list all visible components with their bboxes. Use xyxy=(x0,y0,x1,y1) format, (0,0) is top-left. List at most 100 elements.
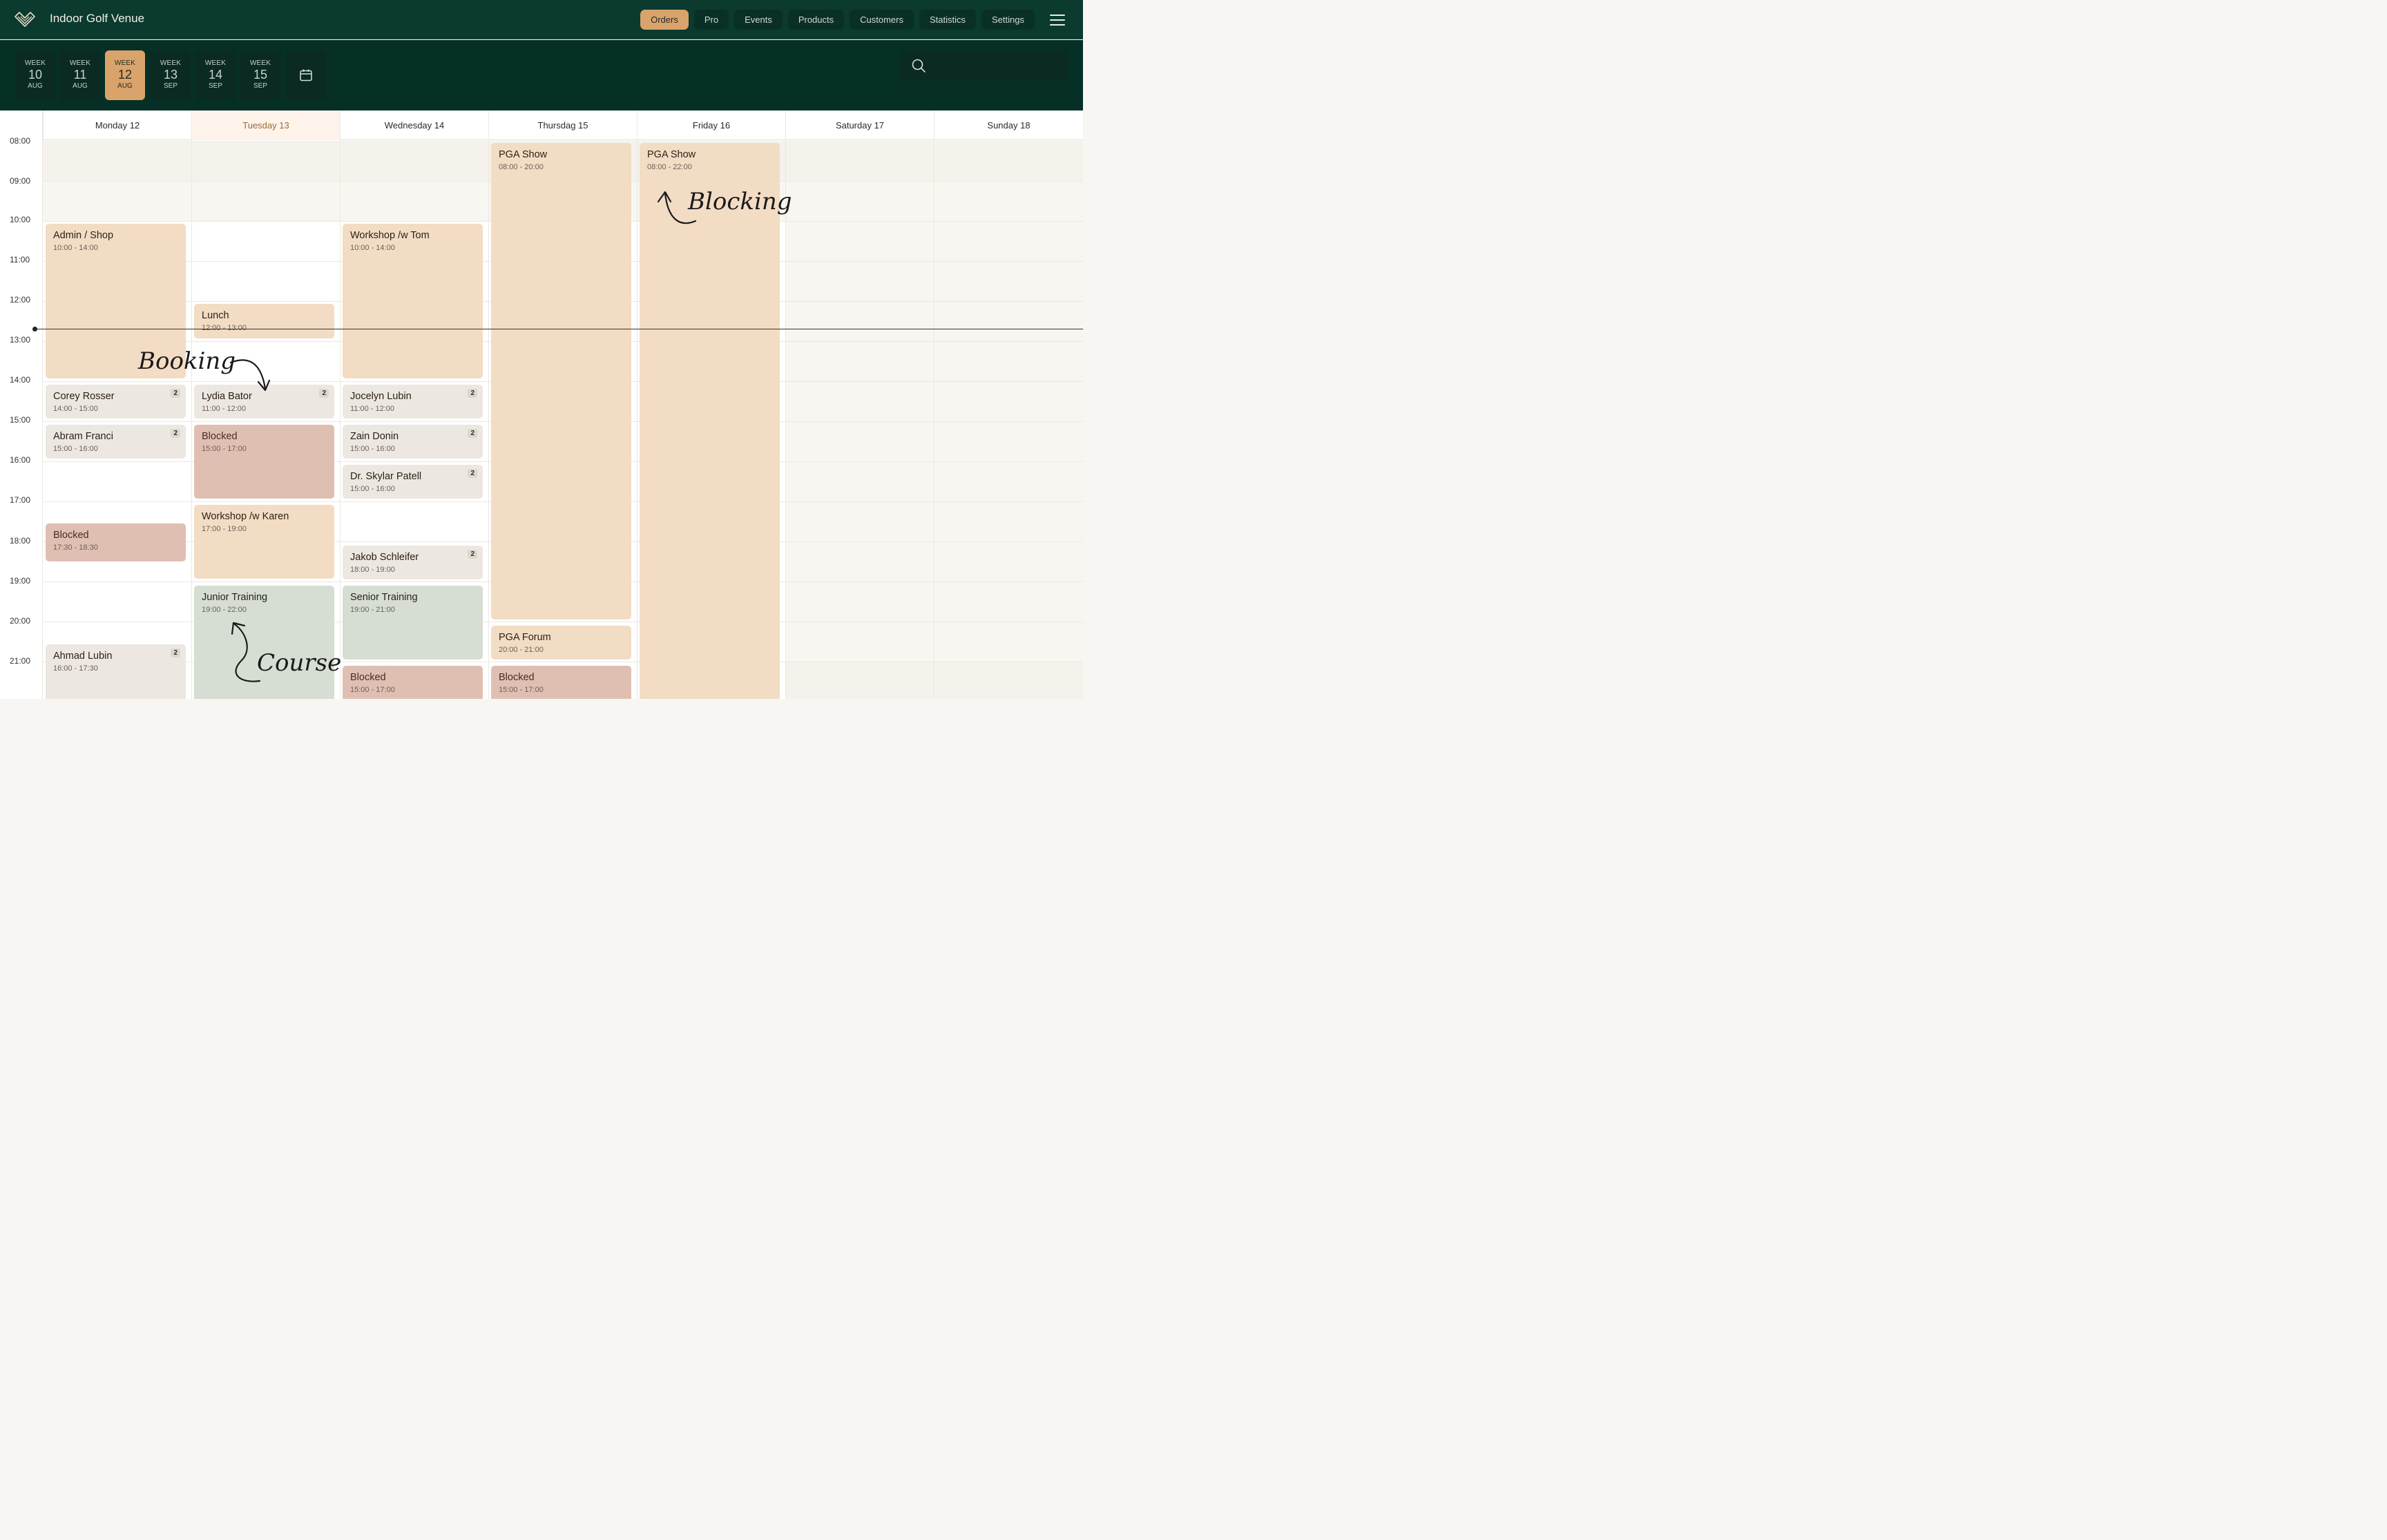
week-button-13[interactable]: WEEK 13 SEP xyxy=(151,50,191,100)
event-workshop-karen[interactable]: Workshop /w Karen 17:00 - 19:00 xyxy=(194,505,334,579)
time-label: 16:00 xyxy=(10,455,31,465)
search-icon xyxy=(912,59,926,73)
calendar-grid[interactable]: Admin / Shop 10:00 - 14:00 Corey Rosser … xyxy=(43,141,1083,699)
nav-events[interactable]: Events xyxy=(734,10,783,30)
week-button-14[interactable]: WEEK 14 SEP xyxy=(195,50,236,100)
week-month: AUG xyxy=(117,82,133,90)
booking-skylar-patell[interactable]: Dr. Skylar Patell 15:00 - 16:00 2 xyxy=(343,465,483,499)
time-label: 14:00 xyxy=(10,375,31,385)
event-time: 15:00 - 16:00 xyxy=(350,485,395,493)
time-label: 12:00 xyxy=(10,295,31,305)
event-title: PGA Show xyxy=(499,149,548,160)
day-header-thursday[interactable]: Thursdag 15 xyxy=(488,110,637,140)
time-label: 13:00 xyxy=(10,335,31,345)
day-header-wednesday[interactable]: Wednesday 14 xyxy=(340,110,488,140)
week-number: 13 xyxy=(163,68,178,81)
event-pga-forum[interactable]: PGA Forum 20:00 - 21:00 xyxy=(491,626,631,660)
week-button-10[interactable]: WEEK 10 AUG xyxy=(15,50,55,100)
event-title: Ahmad Lubin xyxy=(53,651,113,662)
calendar-picker-button[interactable] xyxy=(286,50,326,100)
booking-zain-donin[interactable]: Zain Donin 15:00 - 16:00 2 xyxy=(343,425,483,459)
event-time: 14:00 - 15:00 xyxy=(53,405,98,413)
week-month: AUG xyxy=(28,82,43,90)
day-header-sunday[interactable]: Sunday 18 xyxy=(934,110,1083,140)
event-title: Lunch xyxy=(202,310,229,321)
search-input[interactable] xyxy=(901,50,1068,80)
nav-pro[interactable]: Pro xyxy=(693,10,729,30)
event-lunch[interactable]: Lunch 12:00 - 13:00 xyxy=(194,304,334,338)
event-time: 19:00 - 22:00 xyxy=(202,606,247,614)
week-calendar: 08:00 09:00 10:00 11:00 12:00 13:00 14:0… xyxy=(0,110,1083,699)
booking-ahmad-lubin[interactable]: Ahmad Lubin 16:00 - 17:30 2 xyxy=(46,644,186,699)
event-blocked[interactable]: Blocked 15:00 - 17:00 xyxy=(343,666,483,699)
day-header-friday[interactable]: Friday 16 xyxy=(637,110,785,140)
week-label: WEEK xyxy=(160,59,182,67)
booking-jocelyn-lubin[interactable]: Jocelyn Lubin 11:00 - 12:00 2 xyxy=(343,385,483,418)
week-selector-bar: WEEK 10 AUG WEEK 11 AUG WEEK 12 AUG WEEK… xyxy=(0,40,1083,110)
nav-orders[interactable]: Orders xyxy=(640,10,689,30)
top-bar: Indoor Golf Venue Orders Pro Events Prod… xyxy=(0,0,1083,39)
week-button-12[interactable]: WEEK 12 AUG xyxy=(105,50,145,100)
event-blocked[interactable]: Blocked 15:00 - 17:00 xyxy=(194,425,334,499)
booking-corey-rosser[interactable]: Corey Rosser 14:00 - 15:00 2 xyxy=(46,385,186,418)
nav-products[interactable]: Products xyxy=(787,10,845,30)
booking-abram-franci[interactable]: Abram Franci 15:00 - 16:00 2 xyxy=(46,425,186,459)
time-label: 08:00 xyxy=(10,136,31,146)
time-label: 11:00 xyxy=(10,255,30,264)
nav-customers[interactable]: Customers xyxy=(850,10,914,30)
day-header-saturday[interactable]: Saturday 17 xyxy=(785,110,934,140)
event-time: 10:00 - 14:00 xyxy=(53,244,98,252)
player-count-badge: 2 xyxy=(468,550,477,559)
venue-logo-icon[interactable] xyxy=(14,10,36,28)
event-title: Workshop /w Tom xyxy=(350,230,430,241)
event-blocked[interactable]: Blocked 17:30 - 18:30 xyxy=(46,523,186,561)
event-title: Corey Rosser xyxy=(53,391,115,402)
nav-statistics[interactable]: Statistics xyxy=(919,10,977,30)
event-pga-show[interactable]: PGA Show 08:00 - 20:00 xyxy=(491,143,631,619)
booking-jakob-schleifer[interactable]: Jakob Schleifer 18:00 - 19:00 2 xyxy=(343,546,483,579)
event-title: Blocked xyxy=(202,431,238,442)
week-button-15[interactable]: WEEK 15 SEP xyxy=(240,50,280,100)
event-time: 19:00 - 21:00 xyxy=(350,606,395,614)
event-time: 18:00 - 19:00 xyxy=(350,566,395,574)
player-count-badge: 2 xyxy=(319,389,329,398)
event-time: 15:00 - 16:00 xyxy=(350,445,395,453)
time-label: 19:00 xyxy=(10,576,31,586)
annotation-blocking: Blocking xyxy=(688,188,792,215)
event-title: Jocelyn Lubin xyxy=(350,391,412,402)
annotation-booking: Booking xyxy=(138,347,236,375)
event-title: Abram Franci xyxy=(53,431,114,442)
event-workshop-tom[interactable]: Workshop /w Tom 10:00 - 14:00 xyxy=(343,224,483,378)
event-time: 15:00 - 17:00 xyxy=(202,445,247,453)
week-month: SEP xyxy=(163,82,178,90)
current-time-dot xyxy=(32,327,37,331)
course-senior-training[interactable]: Senior Training 19:00 - 21:00 xyxy=(343,586,483,660)
week-button-11[interactable]: WEEK 11 AUG xyxy=(60,50,100,100)
event-time: 20:00 - 21:00 xyxy=(499,646,544,654)
day-header-tuesday[interactable]: Tuesday 13 xyxy=(191,110,340,140)
event-title: Workshop /w Karen xyxy=(202,511,289,522)
event-title: Senior Training xyxy=(350,592,418,603)
event-time: 11:00 - 12:00 xyxy=(350,405,395,413)
day-header-row: Monday 12 Tuesday 13 Wednesday 14 Thursd… xyxy=(43,110,1083,140)
event-time: 17:30 - 18:30 xyxy=(53,543,98,552)
day-header-monday[interactable]: Monday 12 xyxy=(43,110,191,140)
nav-settings[interactable]: Settings xyxy=(981,10,1035,30)
event-title: Zain Donin xyxy=(350,431,399,442)
player-count-badge: 2 xyxy=(171,429,180,438)
calendar-icon xyxy=(300,69,312,81)
time-label: 21:00 xyxy=(10,656,31,666)
annotation-arrow-icon xyxy=(231,622,261,682)
event-blocked[interactable]: Blocked 15:00 - 17:00 xyxy=(491,666,631,699)
player-count-badge: 2 xyxy=(171,648,180,657)
annotation-course: Course xyxy=(257,649,342,677)
time-label: 15:00 xyxy=(10,415,31,425)
hamburger-menu-icon[interactable] xyxy=(1050,14,1065,26)
event-time: 15:00 - 16:00 xyxy=(53,445,98,453)
time-label: 17:00 xyxy=(10,495,31,505)
event-time: 15:00 - 17:00 xyxy=(499,686,544,694)
player-count-badge: 2 xyxy=(171,389,180,398)
week-month: SEP xyxy=(208,82,222,90)
week-label: WEEK xyxy=(204,59,227,67)
week-label: WEEK xyxy=(24,59,46,67)
